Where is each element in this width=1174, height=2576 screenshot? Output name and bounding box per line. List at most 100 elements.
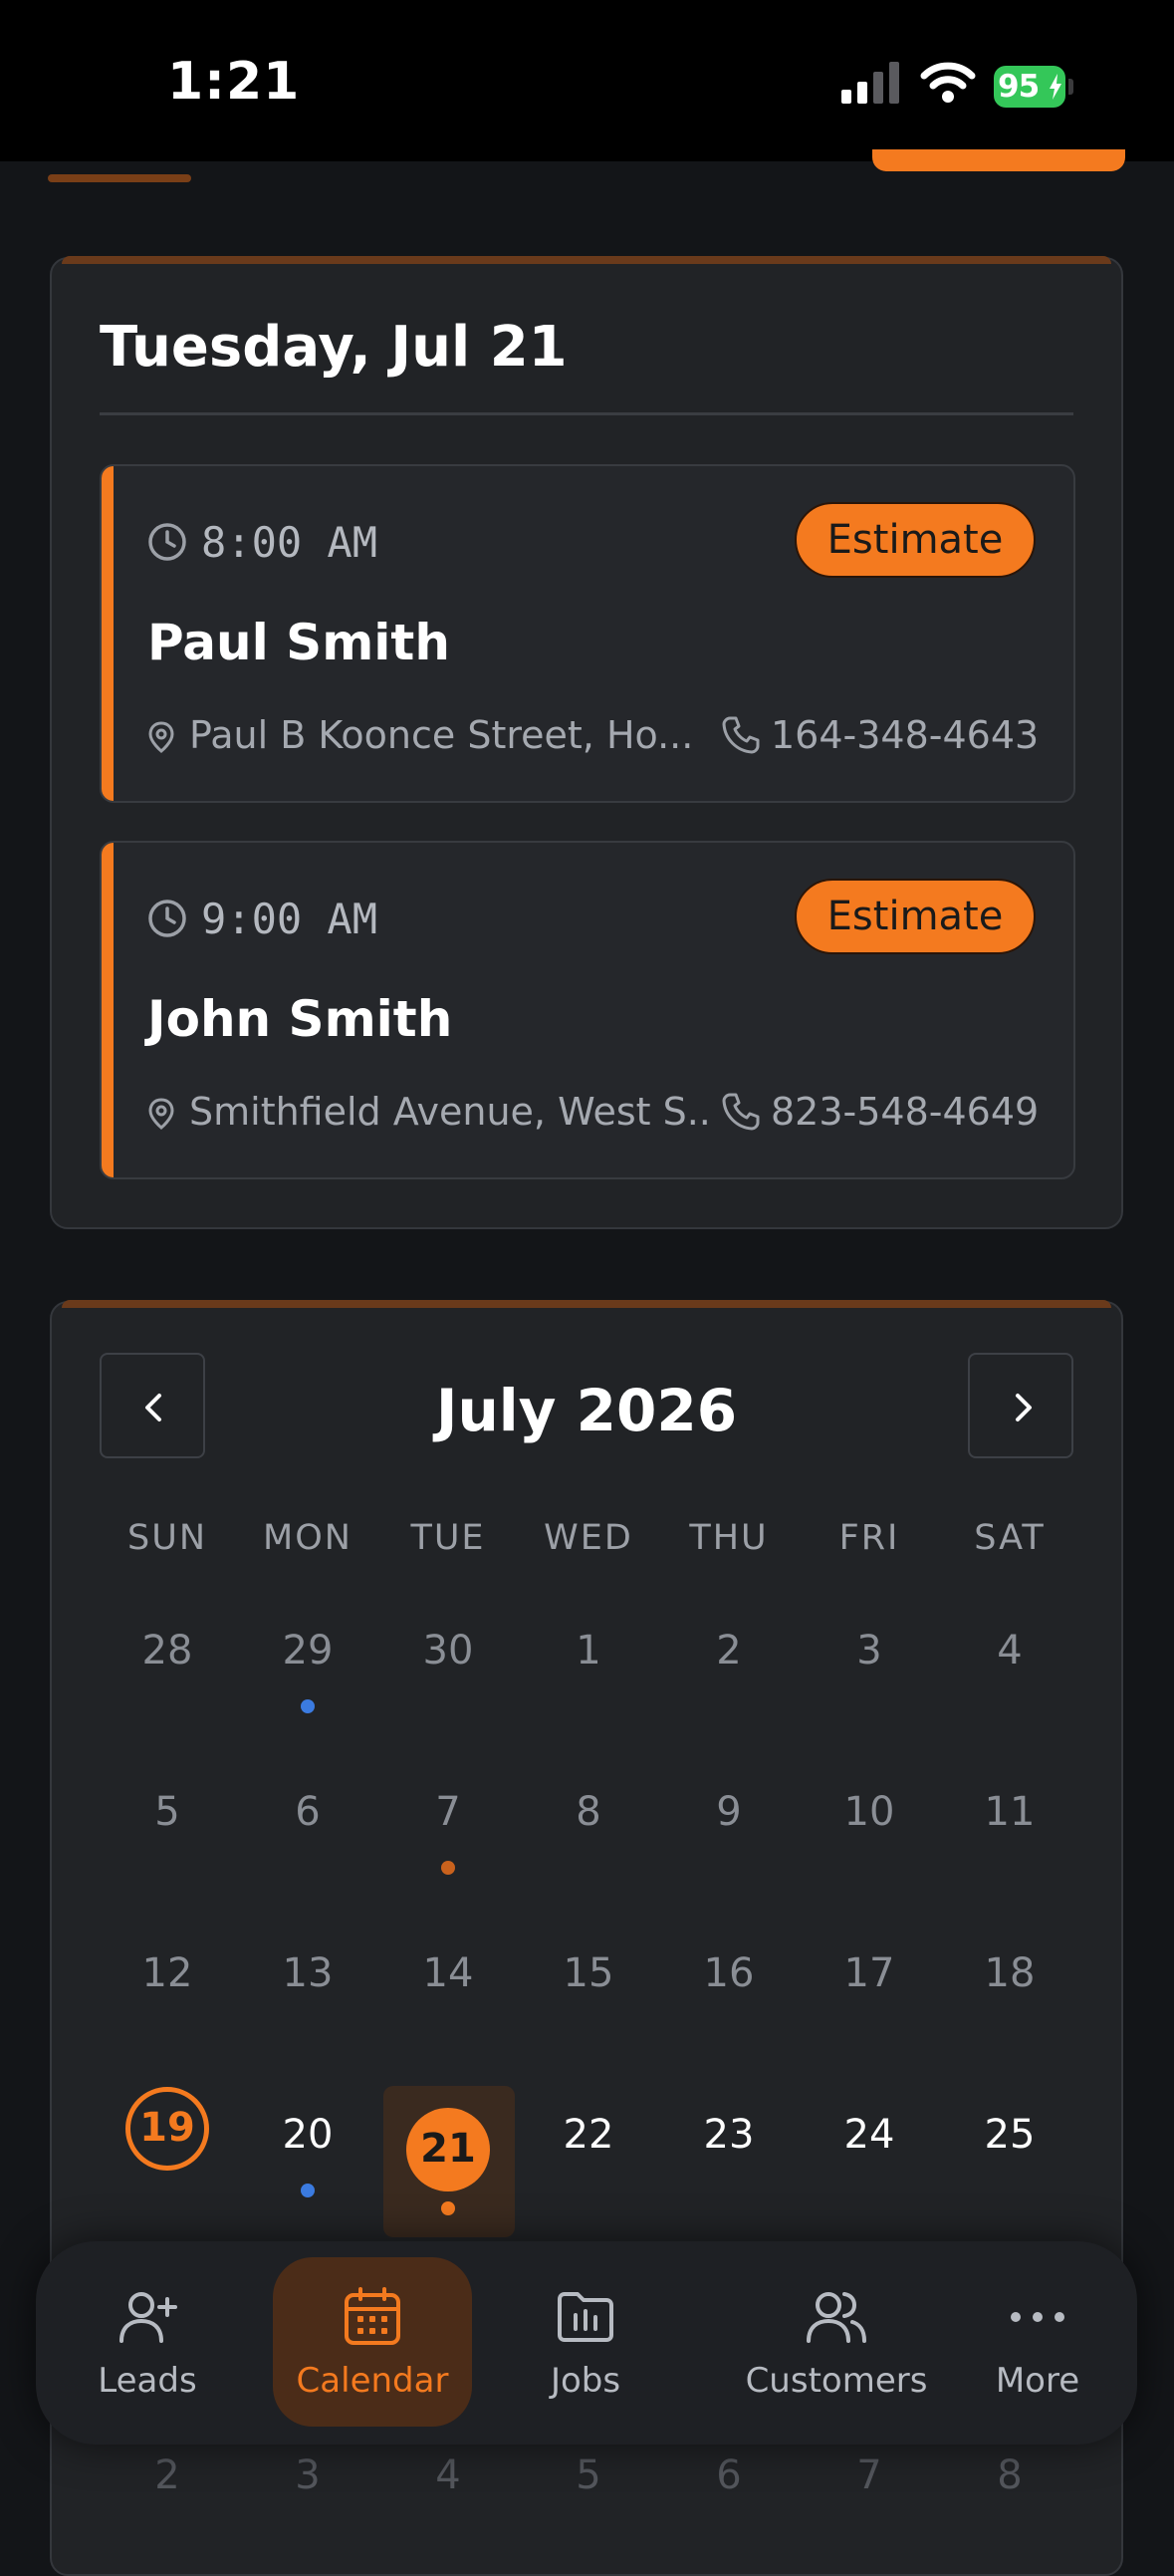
calendar-day[interactable]: 6 [238, 1763, 377, 1913]
weekday-label: THU [689, 1518, 769, 1558]
nav-calendar[interactable]: Calendar [273, 2241, 472, 2445]
day-number: 5 [154, 1789, 180, 1835]
day-number: 12 [141, 1950, 193, 1996]
calendar-day[interactable]: 6 [659, 2427, 799, 2576]
calendar-day[interactable]: 8 [519, 1763, 658, 1913]
day-number: 15 [563, 1950, 614, 1996]
day-number: 28 [141, 1628, 193, 1674]
day-number: 5 [576, 2452, 601, 2498]
day-number: 17 [843, 1950, 895, 1996]
calendar-day[interactable]: 7 [378, 1763, 518, 1913]
calendar-day[interactable]: 1 [519, 1602, 658, 1751]
calendar-day[interactable]: 7 [800, 2427, 939, 2576]
day-number: 3 [856, 1628, 882, 1674]
day-number: 8 [576, 1789, 601, 1835]
day-number: 7 [435, 1789, 461, 1835]
appointment-address[interactable]: Smithfield Avenue, West S... [189, 1090, 707, 1134]
calendar-day[interactable]: 5 [519, 2427, 658, 2576]
calendar-day[interactable]: 23 [659, 2086, 799, 2235]
calendar-day[interactable]: 3 [238, 2427, 377, 2576]
nav-label: More [995, 2361, 1080, 2401]
nav-more[interactable]: More [938, 2241, 1137, 2445]
day-number: 11 [984, 1789, 1036, 1835]
day-number: 4 [435, 2452, 461, 2498]
top-action-button[interactable] [872, 149, 1125, 171]
bottom-navigation: Leads Calendar Jobs Customers More [36, 2241, 1137, 2445]
day-number: 29 [282, 1628, 334, 1674]
appointment-type-badge: Estimate [795, 502, 1036, 578]
day-number: 6 [716, 2452, 742, 2498]
appointment-phone[interactable]: 823-548-4649 [771, 1090, 1039, 1134]
day-title: Tuesday, Jul 21 [100, 315, 568, 380]
calendar-day[interactable]: 12 [98, 1925, 237, 2074]
wifi-icon [920, 62, 976, 103]
calendar-day[interactable]: 16 [659, 1925, 799, 2074]
appointment-phone[interactable]: 164-348-4643 [771, 713, 1039, 757]
day-number: 9 [716, 1789, 742, 1835]
weekday-label: SAT [974, 1518, 1046, 1558]
day-number: 3 [295, 2452, 321, 2498]
calendar-day[interactable]: 2 [659, 1602, 799, 1751]
calendar-day[interactable]: 2 [98, 2427, 237, 2576]
calendar-day[interactable]: 30 [378, 1602, 518, 1751]
customer-name: John Smith [147, 990, 453, 1048]
battery-level: 95 [998, 69, 1040, 105]
day-number: 21 [420, 2126, 476, 2172]
calendar-day[interactable]: 13 [238, 1925, 377, 2074]
calendar-day[interactable]: 28 [98, 1602, 237, 1751]
calendar-day[interactable]: 4 [940, 1602, 1079, 1751]
appointment-card[interactable]: 9:00 AM Estimate John Smith Smithfield A… [100, 841, 1075, 1179]
day-number: 7 [856, 2452, 882, 2498]
weekday-label: FRI [838, 1518, 900, 1558]
tab-indicator [48, 174, 191, 182]
next-month-button[interactable] [968, 1353, 1073, 1458]
calendar-day[interactable]: 22 [519, 2086, 658, 2235]
status-time: 1:21 [167, 52, 301, 112]
calendar-day[interactable]: 5 [98, 1763, 237, 1913]
appointment-accent-bar [102, 843, 114, 1177]
battery-icon: 95 [994, 66, 1073, 108]
status-bar: 1:21 95 [0, 0, 1174, 161]
day-number: 22 [563, 2112, 614, 2158]
calendar-day[interactable]: 8 [940, 2427, 1079, 2576]
calendar-day[interactable]: 3 [800, 1602, 939, 1751]
calendar-day[interactable]: 4 [378, 2427, 518, 2576]
day-number: 8 [997, 2452, 1023, 2498]
appointment-time: 8:00 AM [201, 518, 378, 567]
calendar-day[interactable]: 17 [800, 1925, 939, 2074]
nav-label: Calendar [296, 2361, 449, 2401]
day-number: 10 [843, 1789, 895, 1835]
calendar-day[interactable]: 15 [519, 1925, 658, 2074]
event-dot [301, 2184, 315, 2197]
appointment-card[interactable]: 8:00 AM Estimate Paul Smith Paul B Koonc… [100, 464, 1075, 803]
calendar-day[interactable]: 9 [659, 1763, 799, 1913]
calendar-day[interactable]: 29 [238, 1602, 377, 1751]
day-number: 2 [154, 2452, 180, 2498]
day-number: 6 [295, 1789, 321, 1835]
nav-customers[interactable]: Customers [697, 2241, 976, 2445]
calendar-day-today[interactable]: 19 [98, 2086, 237, 2235]
calendar-day[interactable]: 14 [378, 1925, 518, 2074]
folder-icon [558, 2292, 613, 2342]
calendar-day[interactable]: 11 [940, 1763, 1079, 1913]
day-number: 1 [576, 1628, 601, 1674]
cellular-signal-icon [841, 62, 899, 104]
user-plus-icon [119, 2292, 177, 2343]
calendar-day[interactable]: 25 [940, 2086, 1079, 2235]
nav-label: Jobs [550, 2361, 621, 2401]
weekday-label: WED [544, 1518, 633, 1558]
day-number: 13 [282, 1950, 334, 1996]
calendar-day[interactable]: 24 [800, 2086, 939, 2235]
calendar-day[interactable]: 10 [800, 1763, 939, 1913]
users-icon [807, 2292, 866, 2343]
nav-leads[interactable]: Leads [48, 2241, 247, 2445]
appointment-address[interactable]: Paul B Koonce Street, Ho... [189, 713, 707, 757]
calendar-day[interactable]: 20 [238, 2086, 377, 2235]
event-dot [441, 2201, 455, 2215]
day-number: 25 [984, 2112, 1036, 2158]
appointment-type-badge: Estimate [795, 879, 1036, 954]
calendar-day[interactable]: 18 [940, 1925, 1079, 2074]
day-number: 20 [282, 2112, 334, 2158]
day-number: 23 [703, 2112, 755, 2158]
nav-jobs[interactable]: Jobs [486, 2241, 685, 2445]
